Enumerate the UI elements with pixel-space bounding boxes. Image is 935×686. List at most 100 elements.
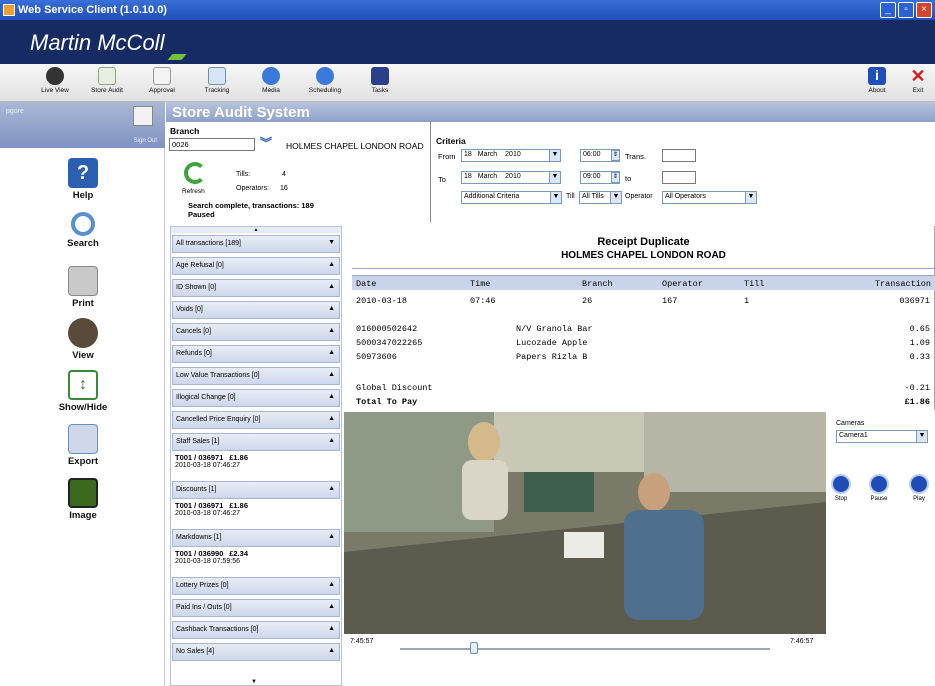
camera-icon — [46, 67, 64, 85]
till-select[interactable]: All Tills ▼ — [579, 191, 622, 204]
stop-button[interactable]: Stop — [826, 474, 856, 502]
toolbar-media[interactable]: Media — [246, 66, 296, 102]
export-icon — [68, 424, 98, 454]
operator-value: All Operators — [665, 193, 706, 200]
filter-toggle-icon: ▲ — [328, 371, 335, 378]
start-time: 7:45:57 — [350, 638, 374, 645]
filter-header[interactable]: No Sales [4] ▲ — [172, 643, 340, 661]
user-card-icon — [133, 106, 153, 126]
entry-id: T001 / 036990 — [175, 549, 224, 558]
exit-x-icon: ✕ — [910, 66, 926, 86]
cctv-video-frame[interactable] — [344, 412, 826, 634]
filter-header[interactable]: Markdowns [1] ▲ — [172, 529, 340, 547]
filter-label: Cancelled Price Enquiry [0] — [176, 416, 261, 423]
refresh-icon[interactable] — [184, 162, 206, 184]
filter-header[interactable]: Refunds [0] ▲ — [172, 345, 340, 363]
filter-label: Age Refusal [0] — [176, 262, 224, 269]
col-branch: Branch — [582, 279, 613, 289]
window-titlebar: Web Service Client (1.0.10.0) _ ▫ × — [0, 0, 935, 20]
from-time-spinner[interactable]: ⇕ — [611, 150, 620, 161]
to-day: 18 — [464, 173, 472, 180]
filter-toggle-icon: ▲ — [328, 327, 335, 334]
filter-header[interactable]: Low Value Transactions [0] ▲ — [172, 367, 340, 385]
sidebar-label: Export — [67, 456, 99, 467]
filter-entry[interactable]: T001 / 036971 £1.86 2010-03-18 07:46:27 — [175, 453, 248, 469]
tills-value: 4 — [282, 171, 286, 178]
till-value: All Tills — [582, 193, 604, 200]
filter-header[interactable]: ID Shown [0] ▲ — [172, 279, 340, 297]
scroll-up-button[interactable]: ▲ — [171, 227, 341, 233]
filter-label: Low Value Transactions [0] — [176, 372, 260, 379]
row-date: 2010-03-18 — [356, 296, 408, 306]
filter-label: Voids [0] — [176, 306, 203, 313]
filter-label: Lottery Prizes [0] — [176, 582, 229, 589]
sidebar-image-button[interactable]: Image — [48, 478, 118, 521]
filter-header[interactable]: Age Refusal [0] ▲ — [172, 257, 340, 275]
toolbar-tasks[interactable]: Tasks — [355, 66, 405, 102]
search-paused-status: Paused — [188, 210, 215, 219]
minimize-button[interactable]: _ — [880, 2, 896, 18]
operator-select[interactable]: All Operators ▼ — [662, 191, 757, 204]
camera-select[interactable]: Camera1 ▼ — [836, 430, 928, 443]
filter-toggle-icon: ▲ — [328, 647, 335, 654]
toolbar-store-audit[interactable]: Store Audit — [82, 66, 132, 102]
toolbar-label: Tasks — [371, 87, 389, 94]
sidebar-help-button[interactable]: ? Help — [48, 158, 118, 201]
toolbar-live-view[interactable]: Live View — [30, 66, 80, 102]
additional-criteria-select[interactable]: Additional Criteria ▼ — [461, 191, 562, 204]
slider-track[interactable] — [400, 648, 770, 650]
toolbar-exit[interactable]: ✕ Exit — [903, 66, 933, 102]
chevron-down-icon: ▼ — [610, 192, 621, 203]
sign-out-link[interactable]: Sign Out — [134, 138, 157, 144]
entry-amount: £1.86 — [229, 501, 248, 510]
filter-entry[interactable]: T001 / 036971 £1.86 2010-03-18 07:46:27 — [175, 501, 248, 517]
sidebar-view-button[interactable]: View — [48, 318, 118, 361]
sidebar-print-button[interactable]: Print — [48, 266, 118, 309]
toolbar-about[interactable]: i About — [862, 66, 892, 102]
play-button[interactable]: Play — [904, 474, 934, 502]
sidebar-search-button[interactable]: Search — [48, 212, 118, 249]
image-icon — [68, 478, 98, 508]
filter-header[interactable]: Staff Sales [1] ▲ — [172, 433, 340, 451]
to-date-picker[interactable]: 18 March 2010 ▼ — [461, 171, 561, 184]
help-icon: ? — [68, 158, 98, 188]
filter-header[interactable]: Discounts [1] ▲ — [172, 481, 340, 499]
info-icon: i — [868, 67, 886, 85]
filter-header[interactable]: Cashback Transactions [0] ▲ — [172, 621, 340, 639]
branch-code-input[interactable]: 0026 — [169, 138, 255, 151]
to-time-spinner[interactable]: ⇕ — [611, 172, 620, 183]
filter-entry[interactable]: T001 / 036990 £2.34 2010-03-18 07:59:56 — [175, 549, 248, 565]
trans-to-input[interactable] — [662, 171, 696, 184]
toolbar-scheduling[interactable]: Scheduling — [300, 66, 350, 102]
trans-from-input[interactable] — [662, 149, 696, 162]
close-button[interactable]: × — [916, 2, 932, 18]
row-time: 07:46 — [470, 296, 496, 306]
chevron-down-icon: ▼ — [916, 431, 927, 442]
filter-header[interactable]: Lottery Prizes [0] ▲ — [172, 577, 340, 595]
printer-icon — [68, 266, 98, 296]
toolbar-tracking[interactable]: Tracking — [192, 66, 242, 102]
filter-header[interactable]: Cancelled Price Enquiry [0] ▲ — [172, 411, 340, 429]
filter-header[interactable]: All transactions [189] ▼ — [172, 235, 340, 253]
filter-header[interactable]: Illogical Change [0] ▲ — [172, 389, 340, 407]
slider-thumb[interactable] — [470, 642, 478, 654]
from-date-picker[interactable]: 18 March 2010 ▼ — [461, 149, 561, 162]
maximize-button[interactable]: ▫ — [898, 2, 914, 18]
window-title: Web Service Client (1.0.10.0) — [18, 4, 167, 16]
pause-button[interactable]: Pause — [864, 474, 894, 502]
item-price: 0.33 — [909, 352, 930, 362]
sidebar-showhide-button[interactable]: ↕ Show/Hide — [48, 370, 118, 413]
filter-toggle-icon: ▼ — [328, 239, 335, 246]
branch-chevron-icon[interactable]: ︾ — [260, 137, 278, 151]
filter-label: Cashback Transactions [0] — [176, 626, 259, 633]
filter-header[interactable]: Cancels [0] ▲ — [172, 323, 340, 341]
sidebar-export-button[interactable]: Export — [48, 424, 118, 467]
filter-header[interactable]: Paid Ins / Outs [0] ▲ — [172, 599, 340, 617]
filter-toggle-icon: ▲ — [328, 261, 335, 268]
toolbar-approval[interactable]: Approval — [137, 66, 187, 102]
filter-header[interactable]: Voids [0] ▲ — [172, 301, 340, 319]
brand-banner: Martin McColl — [0, 20, 935, 64]
scroll-down-arrow-icon[interactable]: ▼ — [251, 679, 257, 685]
brand-swoosh — [167, 54, 187, 60]
branch-label: Branch — [170, 126, 200, 136]
